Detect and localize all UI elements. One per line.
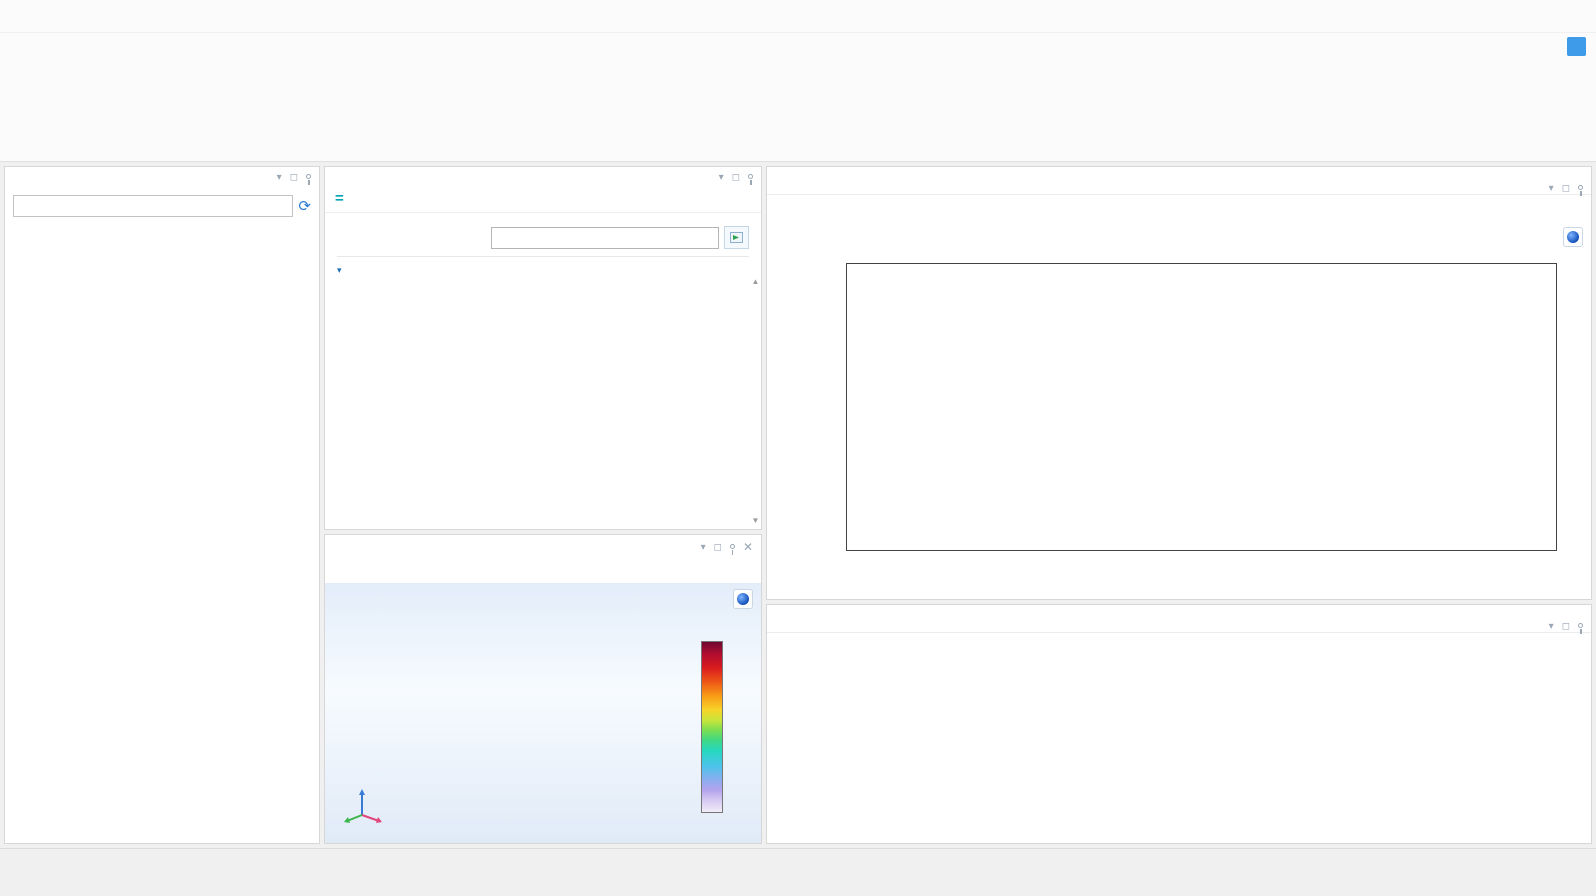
panel-menu-icon[interactable]: ▾ — [701, 542, 706, 553]
compute-button[interactable]: = — [325, 188, 761, 213]
refresh-filter-icon[interactable]: ⟳ — [298, 197, 311, 215]
stress-toolbar — [325, 555, 761, 583]
compute-icon: = — [335, 191, 344, 206]
comsol-logo-button[interactable] — [733, 589, 753, 609]
graphics-toolbar — [767, 195, 1591, 223]
pin-icon[interactable] — [1578, 185, 1583, 190]
console-panel: ▾ ◻ — [766, 604, 1592, 844]
stress-colorbar — [701, 641, 723, 813]
panel-menu-icon[interactable]: ▾ — [719, 172, 724, 183]
minimize-button[interactable] — [1458, 0, 1504, 33]
ribbon — [0, 62, 1596, 162]
section-collapse-icon[interactable]: ▾ — [337, 265, 342, 276]
graphics-panel: ▾ ◻ — [766, 166, 1592, 600]
window-controls — [1458, 0, 1596, 33]
pin-icon[interactable] — [730, 544, 735, 549]
console-toolbar — [767, 633, 1591, 661]
close-panel-icon[interactable]: ✕ — [743, 540, 753, 554]
panel-menu-icon[interactable]: ▾ — [277, 172, 282, 183]
panel-menu-icon[interactable]: ▾ — [1549, 621, 1554, 632]
tree-filter-input[interactable] — [13, 195, 293, 217]
console-tabs: ▾ ◻ — [767, 605, 1591, 633]
panel-menu-icon[interactable]: ▾ — [1549, 183, 1554, 194]
maximize-button[interactable] — [1504, 0, 1550, 33]
sobol-chart-area[interactable] — [767, 223, 1591, 599]
settings-scrollbar[interactable]: ▲▼ — [750, 273, 761, 529]
settings-panel: ▾ ◻ = ▾ ▲▼ — [324, 166, 762, 530]
float-panel-icon[interactable]: ◻ — [732, 172, 740, 183]
model-builder-toolbar — [5, 184, 319, 193]
float-panel-icon[interactable]: ◻ — [290, 172, 298, 183]
float-panel-icon[interactable]: ◻ — [714, 542, 722, 553]
status-bar — [0, 848, 1596, 892]
title-bar — [0, 0, 1596, 33]
pin-icon[interactable] — [748, 174, 753, 179]
comsol-logo-icon — [737, 593, 749, 605]
float-panel-icon[interactable]: ◻ — [1562, 621, 1570, 632]
pin-icon[interactable] — [306, 174, 311, 179]
help-button[interactable] — [1567, 37, 1586, 56]
label-input[interactable] — [491, 227, 719, 249]
model-tree — [5, 221, 319, 843]
pin-icon[interactable] — [1578, 623, 1583, 628]
chart-plot-box — [846, 263, 1557, 551]
bracket-3d-model — [349, 615, 699, 843]
comsol-logo-button[interactable] — [1563, 227, 1583, 247]
menu-bar — [0, 33, 1596, 62]
comments-icon — [730, 232, 743, 243]
main-area: ▾ ◻ ⟳ ▾ ◻ = — [0, 162, 1596, 848]
close-button[interactable] — [1550, 0, 1596, 33]
model-builder-panel: ▾ ◻ ⟳ — [4, 166, 320, 844]
graphics-tabs: ▾ ◻ — [767, 167, 1591, 195]
float-panel-icon[interactable]: ◻ — [1562, 183, 1570, 194]
axis-triad — [339, 785, 385, 831]
settings-form: ▾ ▲▼ — [325, 213, 761, 529]
comments-button[interactable] — [724, 226, 749, 249]
stress-3d-view[interactable] — [325, 583, 761, 843]
stress-panel: ▾ ◻ ✕ — [324, 534, 762, 844]
comsol-logo-icon — [1567, 231, 1579, 243]
